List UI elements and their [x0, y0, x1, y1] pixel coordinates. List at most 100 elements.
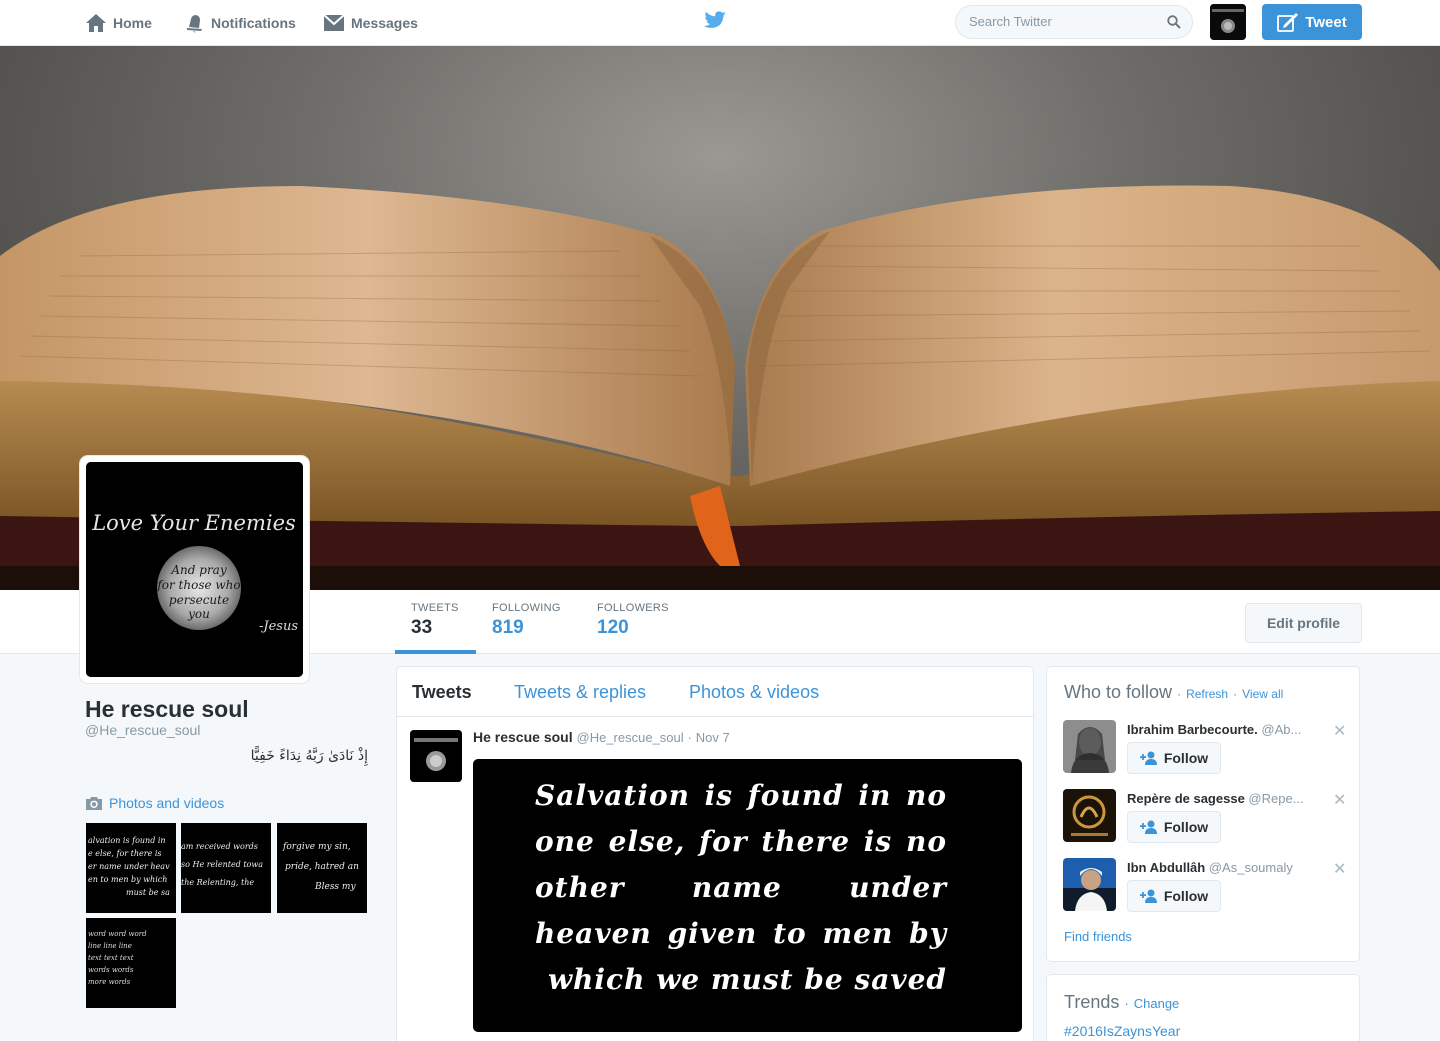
tab-photos-and-videos[interactable]: Photos & videos — [689, 682, 819, 703]
suggestion-name[interactable]: Ibrahim Barbecourte. @Ab... — [1127, 722, 1327, 737]
thumb2-line-2: so He relented towa — [181, 860, 263, 869]
trends-header: Trends · Change — [1064, 992, 1179, 1013]
notifications-icon — [187, 15, 202, 33]
tweet-author-name[interactable]: He rescue soul — [473, 729, 573, 745]
suggestion-item: Ibrahim Barbecourte. @Ab... ✕ Follow — [1063, 720, 1353, 780]
thumb4-line-2: line line line — [88, 942, 132, 950]
suggestion-avatar[interactable] — [1063, 789, 1116, 842]
home-icon — [86, 14, 106, 32]
edit-profile-button[interactable]: Edit profile — [1245, 603, 1362, 643]
avatar-line-4: you — [187, 607, 210, 621]
timeline-tabs: Tweets Tweets & replies Photos & videos — [397, 667, 1033, 717]
nav-messages[interactable]: Messages — [323, 0, 418, 46]
photo-thumbnail-4[interactable]: word word word line line line text text … — [86, 918, 176, 1008]
suggestion-item: Ibn Abdullâh @As_soumaly ✕ Follow — [1063, 858, 1353, 918]
tweet-author-avatar[interactable] — [410, 730, 462, 782]
nav-home-label: Home — [113, 15, 152, 31]
profile-avatar[interactable]: Love Your Enemies And pray for those who… — [80, 456, 309, 683]
search-input[interactable] — [969, 14, 1159, 29]
tweet-compose-button[interactable]: Tweet — [1262, 4, 1362, 40]
who-to-follow-header: Who to follow · Refresh · View all — [1064, 682, 1283, 703]
who-to-follow-module: Who to follow · Refresh · View all Ibrah… — [1046, 666, 1360, 962]
tweet-media-text: Salvation is found in no one else, for t… — [535, 779, 947, 996]
suggestion-item: Repère de sagesse @Repe... ✕ Follow — [1063, 789, 1353, 849]
trends-module: Trends · Change #2016IsZaynsYear — [1046, 974, 1360, 1041]
suggestion-avatar[interactable] — [1063, 858, 1116, 911]
tweet-header: He rescue soul @He_rescue_soul · Nov 7 — [473, 729, 730, 745]
nav-notifications[interactable]: Notifications — [185, 0, 296, 46]
view-all-link[interactable]: View all — [1242, 687, 1283, 701]
suggestion-display-name: Ibrahim Barbecourte. — [1127, 722, 1258, 737]
trends-change-link[interactable]: Change — [1134, 996, 1180, 1011]
photos-and-videos-link[interactable]: Photos and videos — [85, 795, 224, 811]
stat-tweets-label: TWEETS — [411, 602, 459, 614]
trend-item[interactable]: #2016IsZaynsYear — [1064, 1023, 1180, 1039]
profile-handle[interactable]: @He_rescue_soul — [85, 722, 200, 738]
thumb4-line-1: word word word — [88, 930, 147, 938]
profile-name: He rescue soul — [85, 696, 249, 722]
photos-and-videos-label: Photos and videos — [109, 795, 225, 811]
tab-tweets-and-replies[interactable]: Tweets & replies — [514, 682, 646, 703]
search-icon[interactable] — [1167, 15, 1181, 29]
thumb1-line-1: alvation is found in — [88, 836, 166, 845]
dismiss-suggestion-icon[interactable]: ✕ — [1333, 859, 1346, 879]
suggestion-display-name: Ibn Abdullâh — [1127, 860, 1206, 875]
suggestion-display-name: Repère de sagesse — [1127, 791, 1245, 806]
follow-button[interactable]: Follow — [1127, 880, 1221, 912]
nav-messages-label: Messages — [351, 15, 418, 31]
tweet-timestamp[interactable]: Nov 7 — [696, 730, 730, 745]
thumb3-line-2: pride, hatred an — [285, 862, 359, 872]
dismiss-suggestion-icon[interactable]: ✕ — [1333, 721, 1346, 741]
twitter-bird-icon[interactable] — [703, 11, 727, 31]
follow-button-label: Follow — [1163, 750, 1209, 766]
account-avatar[interactable] — [1210, 4, 1246, 40]
stat-following[interactable]: FOLLOWING 819 — [492, 602, 561, 639]
suggestion-avatar[interactable] — [1063, 720, 1116, 773]
stat-followers[interactable]: FOLLOWERS 120 — [597, 602, 669, 639]
suggestion-handle: @Repe... — [1248, 791, 1304, 806]
stat-following-label: FOLLOWING — [492, 602, 561, 614]
follow-button-label: Follow — [1163, 888, 1209, 904]
camera-icon — [86, 796, 102, 810]
dismiss-suggestion-icon[interactable]: ✕ — [1333, 790, 1346, 810]
messages-icon — [323, 14, 345, 31]
follow-button[interactable]: Follow — [1127, 742, 1221, 774]
thumb4-line-4: words words — [88, 966, 134, 974]
top-nav-bar: Home Notifications Messages Tweet — [0, 0, 1440, 46]
tweet-button-label: Tweet — [1305, 13, 1347, 31]
tweet-timeline: Tweets Tweets & replies Photos & videos … — [396, 666, 1034, 1041]
photo-thumbnail-1[interactable]: alvation is found in e else, for there i… — [86, 823, 176, 913]
thumb1-line-4: en to men by which — [88, 875, 167, 884]
nav-notifications-label: Notifications — [211, 15, 296, 31]
tab-tweets[interactable]: Tweets — [412, 682, 472, 703]
trends-title: Trends — [1064, 992, 1120, 1012]
refresh-link[interactable]: Refresh — [1186, 687, 1228, 701]
add-user-icon — [1139, 889, 1157, 903]
follow-button-label: Follow — [1163, 819, 1209, 835]
photo-thumbnail-3[interactable]: forgive my sin, pride, hatred an Bless m… — [277, 823, 367, 913]
thumb1-line-2: e else, for there is — [88, 849, 162, 858]
suggestion-handle: @Ab... — [1261, 722, 1302, 737]
add-user-icon — [1139, 751, 1157, 765]
stat-following-value: 819 — [492, 617, 524, 638]
tweet-author-handle[interactable]: @He_rescue_soul — [577, 730, 684, 745]
nav-home[interactable]: Home — [85, 0, 152, 46]
tweet-media-image[interactable]: Salvation is found in no one else, for t… — [473, 759, 1022, 1032]
suggestion-name[interactable]: Repère de sagesse @Repe... — [1127, 791, 1327, 806]
stat-followers-label: FOLLOWERS — [597, 602, 669, 614]
who-to-follow-title: Who to follow — [1064, 682, 1173, 702]
stat-tweets[interactable]: TWEETS 33 — [411, 602, 459, 639]
photo-thumbnail-2[interactable]: am received words so He relented towa th… — [181, 823, 271, 913]
avatar-line-2: for those who — [156, 578, 240, 592]
find-friends-link[interactable]: Find friends — [1064, 929, 1132, 944]
compose-icon — [1277, 13, 1299, 32]
search-box[interactable] — [955, 5, 1193, 39]
follow-button[interactable]: Follow — [1127, 811, 1221, 843]
wtf-separator-1: · — [1177, 687, 1182, 701]
active-tab-indicator — [395, 650, 476, 654]
thumb2-line-1: am received words — [181, 842, 258, 851]
thumb3-line-1: forgive my sin, — [282, 842, 351, 852]
suggestion-name[interactable]: Ibn Abdullâh @As_soumaly — [1127, 860, 1327, 875]
tweet-separator: · — [687, 730, 692, 745]
avatar-line-3: persecute — [169, 593, 229, 607]
